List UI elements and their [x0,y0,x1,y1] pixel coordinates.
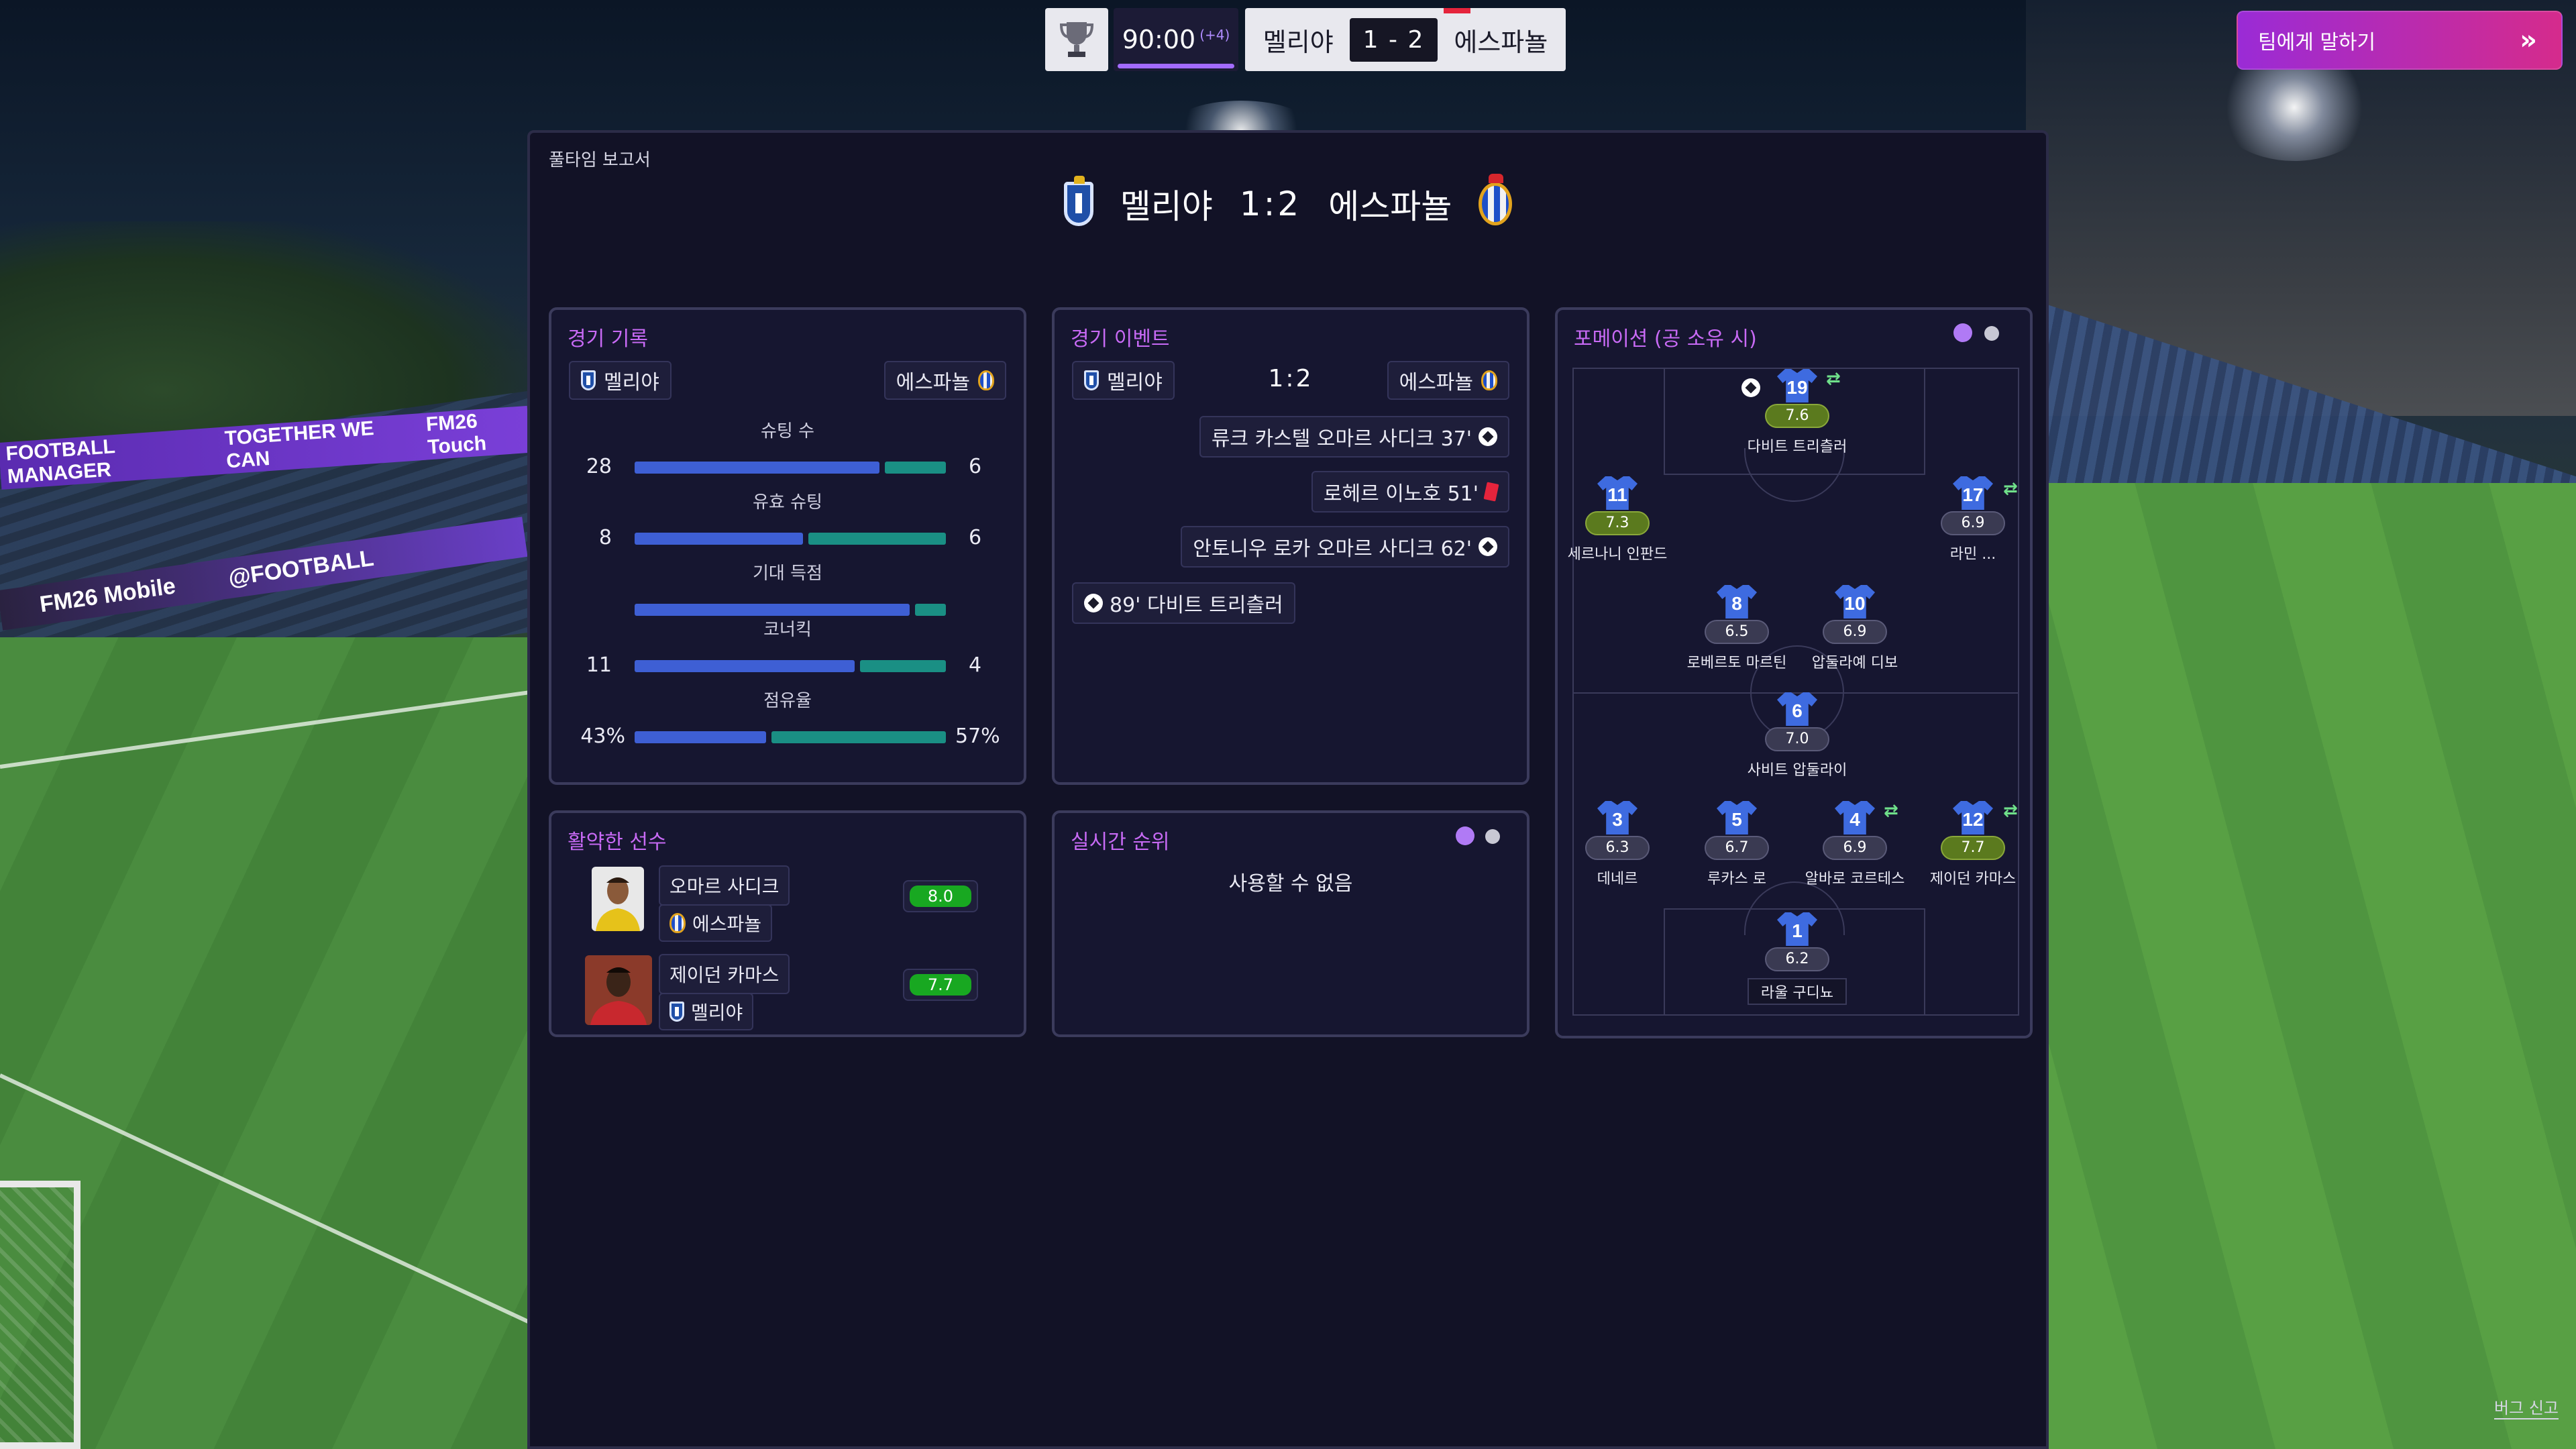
double-chevron-right-icon: » [2520,25,2537,56]
bug-report-link[interactable]: 버그 신고 [2494,1395,2559,1419]
live-table-card: 실시간 순위 사용할 수 없음 [1052,810,1529,1037]
score: 1 - 2 [1349,17,1438,62]
shirt-icon: 6 [1777,692,1817,726]
away-stat-bar [860,660,946,672]
home-stat-bar [635,604,910,616]
away-stat-bar [771,731,946,743]
substitution-icon: ⇄ [1884,801,1898,821]
page-dot[interactable] [1984,326,1999,341]
card-title: 경기 기록 [568,327,648,351]
away-stat-bar [915,604,946,616]
event-red-card[interactable]: 로헤르 이노호 51' [1311,471,1509,513]
substitution-icon: ⇄ [1826,369,1841,389]
away-crest-icon [1481,370,1497,390]
goal-net [0,1181,80,1449]
away-team-name: 에스파뇰 [1454,27,1548,57]
shirt-icon: 3 [1597,801,1638,835]
shirt-icon: 12 [1953,801,1993,835]
formation-player[interactable]: 6 7.0 사비트 압둘라이 [1740,692,1854,780]
added-time: (+4) [1199,27,1230,43]
top-players-card: 활약한 선수 오마르 사디크 에스파뇰 8.0 제이던 카마스 멜리야 7.7 [549,810,1026,1037]
formation-pitch: 19 7.6 다비트 트리츨러 ⇄ 11 7.3 세르나니 인판드 17 6.9… [1568,368,2019,1016]
team-talk-label: 팀에게 말하기 [2258,31,2376,54]
competition-button[interactable] [1045,8,1108,71]
away-crest-icon [1479,174,1513,225]
formation-player[interactable]: 11 7.3 세르나니 인판드 [1560,476,1674,564]
match-time: 90:00 [1122,25,1196,54]
substitution-icon: ⇄ [2003,479,2018,499]
event-goal[interactable]: 89' 다비트 트리츨러 [1072,582,1295,624]
home-team-name: 멜리야 [1120,187,1213,226]
shirt-icon: 8 [1717,585,1757,619]
shirt-icon: 17 [1953,476,1993,510]
formation-player[interactable]: 1 6.2 라울 구디뇨 [1740,912,1854,1005]
ball-icon [1741,378,1760,397]
event-goal[interactable]: 류크 카스텔 오마르 사디크 37' [1199,416,1509,458]
red-card-indicator [1444,8,1470,13]
away-stat-bar [885,462,946,474]
scoreboard: 멜리야 1 - 2 에스파뇰 [1245,8,1566,71]
event-goal[interactable]: 안토니우 로카 오마르 사디크 62' [1181,526,1509,568]
team-talk-button[interactable]: 팀에게 말하기 » [2237,11,2563,70]
shirt-icon: 10 [1835,585,1875,619]
player-team[interactable]: 에스파뇰 [659,904,773,942]
ball-icon [1084,594,1103,612]
match-stats-card: 경기 기록 멜리야 에스파뇰 슈팅 수 28 6 유효 슈팅 8 6 기대 득점 [549,307,1026,785]
match-progress-bar [1118,64,1234,68]
ball-icon [1479,427,1497,446]
red-card-icon [1483,482,1499,502]
shirt-icon: 4 [1835,801,1875,835]
player-rating: 7.7 [903,969,978,1001]
card-title: 실시간 순위 [1071,830,1170,854]
floodlight [2214,54,2375,161]
formation-player[interactable]: 3 6.3 데네르 [1560,801,1674,888]
final-score: 1:2 [1239,184,1302,223]
player-rating: 8.0 [903,880,978,912]
fulltime-report-panel: 풀타임 보고서 멜리야 1:2 에스파뇰 경기 기록 멜리야 에스파뇰 슈팅 수… [527,130,2049,1449]
formation-player[interactable]: 8 6.5 로베르토 마르틴 [1680,585,1794,672]
home-stat-bar [635,660,855,672]
shirt-icon: 5 [1717,801,1757,835]
card-title: 활약한 선수 [568,830,667,854]
formation-player[interactable]: 5 6.7 루카스 로 [1680,801,1794,888]
home-crest-icon [1063,176,1093,226]
home-team-name: 멜리야 [1263,27,1334,57]
home-team-pill[interactable]: 멜리야 [569,361,672,400]
trophy-icon [1060,22,1093,57]
formation-card: 포메이션 (공 소유 시) 19 7.6 다비트 트리츨러 ⇄ 11 7.3 세… [1555,307,2033,1038]
shirt-icon: 11 [1597,476,1638,510]
away-crest-icon [669,913,686,933]
ball-icon [1479,537,1497,556]
shirt-icon: 19 [1777,369,1817,402]
away-team-name: 에스파뇰 [1328,187,1452,226]
away-stat-bar [808,533,946,545]
home-stat-bar [635,731,766,743]
match-events-card: 경기 이벤트 멜리야 1:2 에스파뇰 류크 카스텔 오마르 사디크 37' 로… [1052,307,1529,785]
page-dot[interactable] [1485,829,1500,844]
player-photo[interactable] [592,867,644,931]
shirt-icon: 1 [1777,912,1817,946]
card-title: 포메이션 (공 소유 시) [1574,327,1757,351]
card-title: 경기 이벤트 [1071,327,1170,351]
formation-player[interactable]: 10 6.9 압둘라예 디보 [1798,585,1912,672]
away-team-pill[interactable]: 에스파뇰 [883,361,1006,400]
away-crest-icon [978,370,994,390]
panel-title: 풀타임 보고서 [549,150,651,170]
player-name[interactable]: 제이던 카마스 [659,954,790,994]
match-headline: 멜리야 1:2 에스파뇰 [530,174,2046,228]
player-photo[interactable] [585,955,652,1025]
page-dot-active[interactable] [1953,323,1972,342]
home-stat-bar [635,533,803,545]
substitution-icon: ⇄ [2003,801,2018,821]
match-clock: 90:00 (+4) [1114,8,1238,71]
player-name[interactable]: 오마르 사디크 [659,865,790,906]
home-crest-icon [581,370,596,390]
unavailable-message: 사용할 수 없음 [1228,872,1353,896]
match-status-bar: 90:00 (+4) 멜리야 1 - 2 에스파뇰 [1045,8,1566,71]
away-team-pill[interactable]: 에스파뇰 [1387,361,1509,400]
home-stat-bar [635,462,879,474]
player-team[interactable]: 멜리야 [659,993,754,1030]
home-crest-icon [669,1002,684,1022]
page-dot-active[interactable] [1456,826,1474,845]
